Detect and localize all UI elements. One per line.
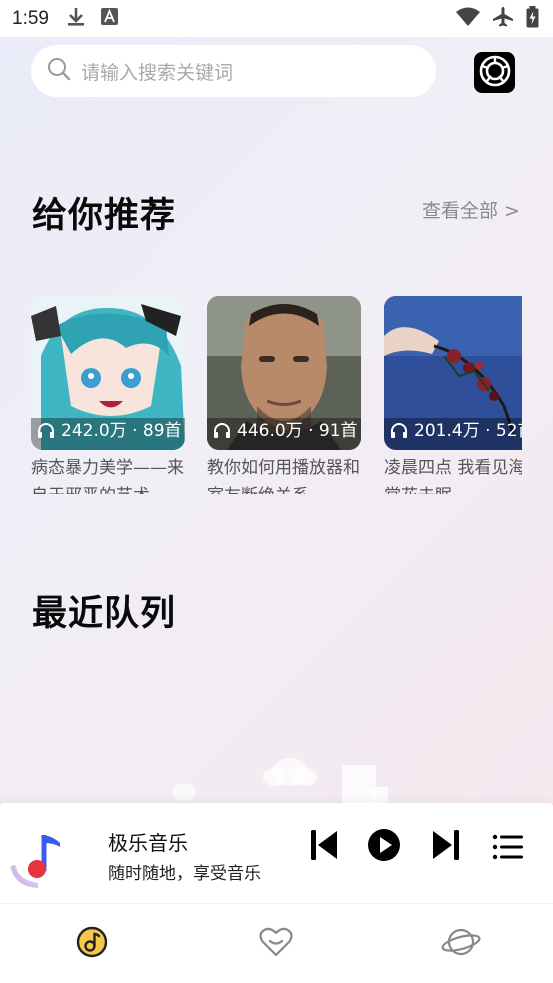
headphones-icon — [213, 422, 231, 444]
nav-item-music[interactable] — [72, 924, 112, 964]
heart-icon — [259, 927, 293, 961]
player-subtitle: 随时随地，享受音乐 — [108, 864, 261, 884]
settings-icon — [478, 54, 512, 92]
download-icon — [67, 7, 85, 31]
playlist-cover: 242.0万 · 89首 — [31, 296, 185, 450]
see-all-link[interactable]: 查看全部 > — [422, 196, 520, 223]
search-bar[interactable]: 请输入搜索关键词 — [31, 45, 436, 97]
bottom-nav — [0, 903, 553, 983]
playlist-stats: 242.0万 · 89首 — [31, 418, 185, 450]
search-icon — [47, 57, 71, 85]
playlist-cover: 201.4万 · 52首 — [384, 296, 522, 450]
nav-item-favorites[interactable] — [256, 924, 296, 964]
search-placeholder: 请输入搜索关键词 — [81, 61, 234, 84]
playlist-play-count: 201.4万 · 52首 — [414, 421, 522, 441]
playlist-button[interactable] — [488, 829, 528, 869]
recent-queue-title: 最近队列 — [32, 594, 177, 634]
planet-icon — [441, 925, 481, 963]
status-bar: 1:59 — [0, 0, 553, 37]
settings-button[interactable] — [474, 52, 515, 93]
playlist-icon — [492, 833, 524, 865]
playlist-title: 教你如何用播放器和室友断绝关系 — [207, 458, 360, 494]
previous-icon — [309, 828, 339, 866]
headphones-icon — [37, 422, 55, 444]
playlist-stats: 201.4万 · 52首 — [384, 418, 522, 450]
playlist-card[interactable]: 446.0万 · 91首 教你如何用播放器和室友断绝关系 — [207, 296, 361, 494]
playlist-card[interactable]: 201.4万 · 52首 凌晨四点 我看见海棠花未眠 — [384, 296, 522, 494]
recommend-list: 242.0万 · 89首 病态暴力美学——来自于邪恶的艺术 — [31, 296, 522, 496]
main-content: 请输入搜索关键词 给你推荐 查看全部 > 242.0万 · 89首 病态暴力美学… — [0, 37, 553, 903]
headphones-icon — [390, 422, 408, 444]
next-icon — [431, 828, 461, 866]
playlist-title: 病态暴力美学——来自于邪恶的艺术 — [31, 458, 184, 494]
nav-item-discover[interactable] — [441, 924, 481, 964]
play-icon — [367, 828, 401, 866]
font-icon — [100, 8, 118, 29]
status-time: 1:59 — [12, 7, 49, 29]
music-disc-icon — [75, 925, 109, 963]
previous-button[interactable] — [304, 827, 344, 867]
playlist-cover: 446.0万 · 91首 — [207, 296, 361, 450]
app-logo-icon — [8, 831, 64, 889]
wifi-icon — [456, 7, 480, 31]
play-button[interactable] — [364, 827, 404, 867]
next-button[interactable] — [426, 827, 466, 867]
airplane-icon — [492, 6, 514, 32]
playlist-stats: 446.0万 · 91首 — [207, 418, 361, 450]
recommend-title: 给你推荐 — [32, 196, 177, 236]
playlist-play-count: 446.0万 · 91首 — [237, 421, 358, 441]
playlist-play-count: 242.0万 · 89首 — [61, 421, 182, 441]
playlist-title: 凌晨四点 我看见海棠花未眠 — [384, 458, 522, 494]
background-decoration — [172, 758, 388, 807]
playlist-card[interactable]: 242.0万 · 89首 病态暴力美学——来自于邪恶的艺术 — [31, 296, 185, 494]
battery-charging-icon — [526, 5, 539, 32]
player-title: 极乐音乐 — [108, 831, 188, 855]
mini-player[interactable]: 极乐音乐 随时随地，享受音乐 — [0, 803, 553, 903]
